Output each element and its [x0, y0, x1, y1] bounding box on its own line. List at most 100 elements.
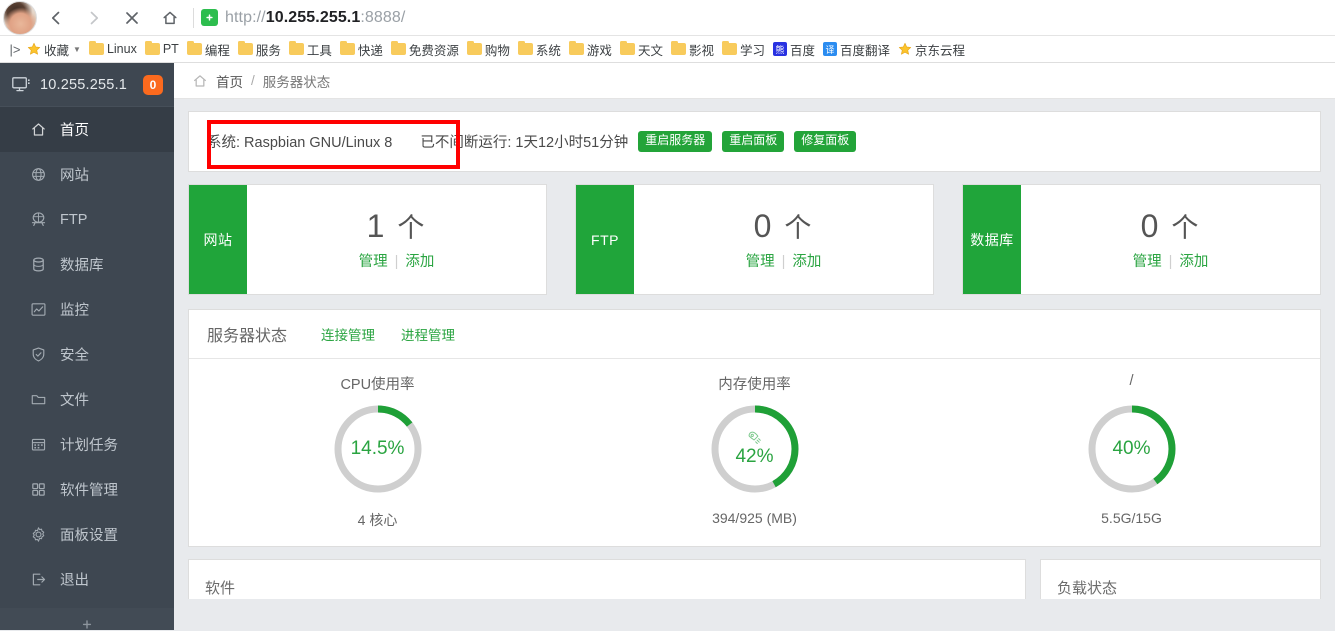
bookmark-label: Linux — [106, 42, 137, 56]
sidebar-item-label: 首页 — [60, 123, 89, 139]
gauge-label: / — [1129, 373, 1134, 389]
shield-icon — [29, 346, 47, 364]
bookmark-13[interactable]: 影视 — [668, 38, 718, 61]
stop-button[interactable] — [113, 1, 151, 35]
tab-连接管理[interactable]: 连接管理 — [321, 324, 375, 344]
sidebar-item-数据库[interactable]: 数据库 — [0, 242, 174, 287]
tab-进程管理[interactable]: 进程管理 — [401, 324, 455, 344]
gear-icon — [29, 526, 47, 544]
gauge-value: 14.5% — [350, 438, 405, 459]
address-bar[interactable]: http://10.255.255.1:8888/ — [201, 1, 1335, 35]
bookmark-15[interactable]: 熊百度 — [770, 38, 819, 61]
bookmark-10[interactable]: 系统 — [515, 38, 565, 61]
bottom-cards-row: 软件 负载状态 — [188, 559, 1321, 599]
sidebar-item-文件[interactable]: 文件 — [0, 377, 174, 422]
bookmark-8[interactable]: 免费资源 — [388, 38, 463, 61]
calendar-icon — [29, 436, 47, 454]
uptime-label: 已不间断运行: 1天12小时51分钟 — [420, 135, 629, 151]
url-scheme: http:// — [225, 8, 266, 26]
system-action-buttons: 重启服务器 重启面板 修复面板 — [628, 131, 857, 152]
bookmark-4[interactable]: 编程 — [184, 38, 234, 61]
bookmark-3[interactable]: PT — [142, 40, 183, 58]
forward-button[interactable] — [75, 1, 113, 35]
url-host: 10.255.255.1 — [265, 8, 361, 26]
sidebar-item-退出[interactable]: 退出 — [0, 557, 174, 602]
bookmark-12[interactable]: 天文 — [617, 38, 667, 61]
bookmark-7[interactable]: 快递 — [337, 38, 387, 61]
gauge-label: CPU使用率 — [340, 377, 415, 393]
stat-card-add-link[interactable]: 添加 — [792, 254, 821, 270]
sidebar-item-监控[interactable]: 监控 — [0, 287, 174, 332]
stat-card-category: 网站 — [189, 185, 247, 294]
stat-card-links: 管理 | 添加 — [746, 250, 822, 271]
stat-card-manage-link[interactable]: 管理 — [1133, 254, 1162, 270]
browser-nav-bar: http://10.255.255.1:8888/ — [0, 0, 1335, 36]
folder-icon — [29, 391, 47, 409]
bookmark-6[interactable]: 工具 — [286, 38, 336, 61]
gauge-2: 内存使用率 42% 394/925 (MB) — [566, 373, 943, 530]
bookmark-2[interactable]: Linux — [86, 40, 141, 58]
bookmark-11[interactable]: 游戏 — [566, 38, 616, 61]
sidebar-footer-handle[interactable] — [0, 608, 174, 630]
secure-shield-icon — [201, 9, 218, 26]
bookmark-14[interactable]: 学习 — [719, 38, 769, 61]
folder-icon — [390, 40, 406, 55]
sidebar-item-计划任务[interactable]: 计划任务 — [0, 422, 174, 467]
sidebar-item-安全[interactable]: 安全 — [0, 332, 174, 377]
folder-icon — [88, 40, 104, 55]
stat-card-links: 管理 | 添加 — [359, 250, 435, 271]
home-icon — [29, 121, 47, 139]
sidebar-item-label: 安全 — [60, 348, 89, 364]
panel-tab-links: 连接管理 进程管理 — [321, 324, 481, 344]
folder-icon — [517, 40, 533, 55]
gauge-1: CPU使用率 14.5% 4 核心 — [189, 373, 566, 530]
gauge-value: 42% — [735, 446, 774, 467]
stat-card-add-link[interactable]: 添加 — [405, 254, 434, 270]
repair-panel-button[interactable]: 修复面板 — [794, 131, 857, 152]
sidebar-item-label: 数据库 — [60, 258, 104, 274]
back-button[interactable] — [37, 1, 75, 35]
gauge-label: 内存使用率 — [718, 377, 791, 393]
breadcrumb-current: 服务器状态 — [262, 74, 331, 90]
home-button[interactable] — [151, 1, 189, 35]
bookmark-label: 工具 — [306, 43, 332, 58]
chevron-down-icon[interactable]: ▼ — [73, 45, 81, 54]
stat-card-manage-link[interactable]: 管理 — [746, 254, 775, 270]
stat-card-add-link[interactable]: 添加 — [1179, 254, 1208, 270]
user-avatar[interactable] — [3, 0, 37, 35]
stat-card-FTP: FTP 0 个管理 | 添加 — [575, 184, 934, 295]
breadcrumb-home[interactable]: 首页 — [216, 71, 243, 91]
bookmark-1[interactable]: 收藏 ▼ — [24, 38, 85, 61]
load-status-card: 负载状态 — [1040, 559, 1321, 599]
stat-card-unit: 个 — [784, 212, 814, 243]
globe-icon — [29, 166, 47, 184]
software-card: 软件 — [188, 559, 1026, 599]
bookmark-9[interactable]: 购物 — [464, 38, 514, 61]
bookmark-label: 百度翻译 — [840, 43, 891, 58]
stat-card-manage-link[interactable]: 管理 — [359, 254, 388, 270]
server-status-tabs: 服务器状态 连接管理 进程管理 — [189, 310, 1320, 359]
restart-panel-button[interactable]: 重启面板 — [722, 131, 785, 152]
star-icon — [898, 42, 912, 56]
system-info-bar: 系统: Raspbian GNU/Linux 8 已不间断运行: 1天12小时5… — [188, 111, 1321, 172]
gauge-center: 14.5% — [330, 401, 426, 497]
stat-card-links: 管理 | 添加 — [1133, 250, 1209, 271]
bookmarks-overflow-icon[interactable]: |> — [6, 42, 24, 57]
sidebar-item-软件管理[interactable]: 软件管理 — [0, 467, 174, 512]
bookmark-5[interactable]: 服务 — [235, 38, 285, 61]
restart-server-button[interactable]: 重启服务器 — [638, 131, 713, 152]
folder-icon — [339, 40, 355, 55]
sidebar-item-面板设置[interactable]: 面板设置 — [0, 512, 174, 557]
link-divider: | — [1168, 254, 1173, 271]
sidebar-item-网站[interactable]: 网站 — [0, 152, 174, 197]
bookmark-16[interactable]: 译百度翻译 — [820, 38, 894, 61]
stat-card-count: 0 个 — [754, 208, 814, 245]
bookmark-17[interactable]: 京东云程 — [895, 38, 969, 61]
sidebar-item-FTP[interactable]: FTP — [0, 197, 174, 242]
sidebar-menu: 首页网站 FTP 数据库监控安全文件 计划任务 软件管理 面板设置 退出 — [0, 107, 174, 602]
bookmark-label: 学习 — [739, 43, 765, 58]
sidebar-item-首页[interactable]: 首页 — [0, 107, 174, 152]
sidebar-notification-badge[interactable]: 0 — [143, 74, 163, 95]
sidebar-item-label: 网站 — [60, 168, 89, 184]
stat-card-category: FTP — [576, 185, 634, 294]
